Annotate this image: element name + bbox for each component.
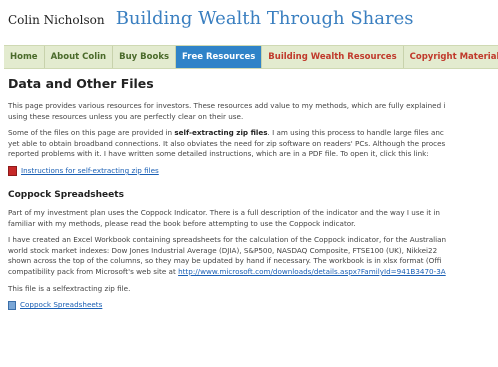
zip-file-icon bbox=[8, 300, 16, 310]
coppock-p2-line-2: world stock market indexes: Dow Jones In… bbox=[8, 245, 438, 255]
main-content: Data and Other Files This page provides … bbox=[8, 76, 498, 316]
zip-paragraph: Some of the files on this page are provi… bbox=[8, 128, 498, 160]
coppock-paragraph-1: Part of my investment plan uses the Copp… bbox=[8, 208, 498, 229]
coppock-p2-line-4-prefix: compatibility pack from Microsoft's web … bbox=[8, 266, 179, 276]
zip-instructions-link-row: Instructions for self-extracting zip fil… bbox=[8, 165, 498, 176]
nav-copyright-material[interactable]: Copyright Material bbox=[404, 46, 498, 68]
nav-free-resources[interactable]: Free Resources bbox=[176, 46, 263, 68]
main-nav: Home About Colin Buy Books Free Resource… bbox=[4, 45, 498, 69]
microsoft-download-link[interactable]: http://www.microsoft.com/downloads/detai… bbox=[178, 267, 446, 276]
intro-line-2: using these resources unless you are per… bbox=[8, 111, 244, 121]
coppock-paragraph-2: I have created an Excel Workbook contain… bbox=[8, 235, 498, 277]
pdf-icon bbox=[8, 165, 17, 176]
intro-paragraph: This page provides various resources for… bbox=[8, 101, 498, 122]
coppock-p2-line-1: I have created an Excel Workbook contain… bbox=[8, 235, 447, 245]
zip-line-1-suffix: . I am using this process to handle larg… bbox=[267, 128, 444, 138]
coppock-heading: Coppock Spreadsheets bbox=[8, 189, 124, 200]
nav-building-wealth-resources[interactable]: Building Wealth Resources bbox=[262, 46, 404, 68]
coppock-p1-line-2: familiar with my methods, please read th… bbox=[8, 218, 356, 228]
zip-line-2: yet able to obtain broadband connections… bbox=[8, 138, 446, 148]
zip-line-1-bold: self-extracting zip files bbox=[174, 128, 268, 138]
nav-home[interactable]: Home bbox=[4, 46, 45, 68]
page-title: Data and Other Files bbox=[8, 76, 154, 91]
zip-line-3: reported problems with it. I have writte… bbox=[8, 149, 429, 159]
site-header: Colin Nicholson Building Wealth Through … bbox=[8, 8, 413, 29]
coppock-p2-line-3: shown across the top of the columns, so … bbox=[8, 256, 442, 266]
nav-about-colin[interactable]: About Colin bbox=[45, 46, 114, 68]
coppock-paragraph-3: This file is a selfextracting zip file. bbox=[8, 283, 131, 293]
coppock-spreadsheets-link[interactable]: Coppock Spreadsheets bbox=[20, 300, 102, 309]
coppock-p1-line-1: Part of my investment plan uses the Copp… bbox=[8, 207, 440, 217]
site-title[interactable]: Building Wealth Through Shares bbox=[116, 8, 414, 29]
zip-line-1-prefix: Some of the files on this page are provi… bbox=[8, 128, 175, 138]
zip-instructions-link[interactable]: Instructions for self-extracting zip fil… bbox=[21, 166, 159, 175]
nav-buy-books[interactable]: Buy Books bbox=[113, 46, 177, 68]
intro-line-1: This page provides various resources for… bbox=[8, 101, 446, 110]
coppock-link-row: Coppock Spreadsheets bbox=[8, 300, 498, 310]
author-name: Colin Nicholson bbox=[8, 13, 105, 27]
